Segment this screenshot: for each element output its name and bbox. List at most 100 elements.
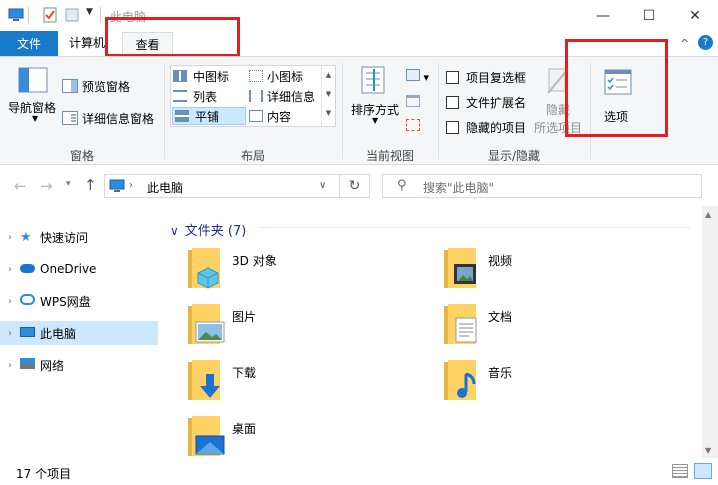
add-columns-button[interactable] xyxy=(406,95,420,110)
documents-folder-icon xyxy=(444,304,477,344)
close-button[interactable]: ✕ xyxy=(672,0,718,31)
collapse-chevron-icon[interactable]: ∨ xyxy=(170,224,179,238)
layout-content[interactable]: 内容 xyxy=(249,107,291,125)
nav-item-quick-access[interactable]: › ★ 快速访问 xyxy=(0,225,158,249)
pictures-folder-icon xyxy=(188,304,225,344)
forward-button[interactable]: → xyxy=(40,177,53,195)
expand-chevron-icon[interactable]: › xyxy=(0,296,20,307)
item-checkboxes-label: 项目复选框 xyxy=(466,71,527,85)
layout-details[interactable]: 详细信息 xyxy=(249,87,315,105)
item-checkboxes-toggle[interactable]: 项目复选框 xyxy=(446,69,526,86)
desktop-folder-icon xyxy=(188,416,225,456)
breadcrumb-chevron-icon[interactable]: › xyxy=(129,180,133,191)
size-columns-icon xyxy=(406,119,420,131)
address-bar[interactable]: › 此电脑 ∨ xyxy=(104,174,340,198)
downloads-folder-icon xyxy=(188,360,220,400)
address-path[interactable]: 此电脑 xyxy=(147,179,183,196)
nav-item-wps-drive[interactable]: › WPS网盘 xyxy=(0,289,158,313)
details-view-icon[interactable] xyxy=(672,464,688,478)
details-pane-icon xyxy=(62,111,78,125)
qa-dropdown-icon[interactable]: ▼ xyxy=(86,7,93,17)
scroll-down-icon[interactable]: ▼ xyxy=(705,446,711,455)
address-dropdown-icon[interactable]: ∨ xyxy=(319,180,326,191)
medium-icons-label: 中图标 xyxy=(193,69,230,84)
folder-tile-3d-objects[interactable]: 3D 对象 xyxy=(184,246,404,296)
new-folder-icon[interactable] xyxy=(64,7,80,23)
nav-item-onedrive[interactable]: › OneDrive xyxy=(0,257,158,281)
section-header[interactable]: ∨ 文件夹 (7) xyxy=(170,220,246,239)
nav-item-this-pc[interactable]: › 此电脑 xyxy=(0,321,158,345)
expand-chevron-icon[interactable]: › xyxy=(0,264,20,275)
minimize-button[interactable]: — xyxy=(580,0,626,31)
expand-chevron-icon[interactable]: › xyxy=(0,328,20,339)
help-icon[interactable]: ? xyxy=(698,35,713,50)
video-folder-icon xyxy=(444,248,476,288)
preview-pane-icon xyxy=(62,79,78,93)
nav-item-network[interactable]: › 网络 xyxy=(0,353,158,377)
content-label: 内容 xyxy=(267,109,292,124)
tab-computer[interactable]: 计算机 xyxy=(63,31,111,56)
search-box[interactable]: ⚲ 搜索"此电脑" xyxy=(382,174,702,198)
group-by-icon xyxy=(406,69,420,81)
hidden-items-toggle[interactable]: 隐藏的项目 xyxy=(446,119,526,136)
layout-small-icons[interactable]: 小图标 xyxy=(249,67,303,85)
file-extensions-toggle[interactable]: 文件扩展名 xyxy=(446,94,526,111)
divider xyxy=(100,7,101,23)
large-icons-view-icon[interactable] xyxy=(694,463,712,479)
folder-tile-documents[interactable]: 文档 xyxy=(440,302,660,352)
chevron-down-icon: ▼ xyxy=(32,114,39,123)
list-label: 列表 xyxy=(193,89,218,104)
small-icons-icon xyxy=(249,70,263,82)
folder-tile-downloads[interactable]: 下载 xyxy=(184,358,404,408)
add-columns-icon xyxy=(406,95,420,107)
highlight-options xyxy=(565,39,668,137)
folder-tile-pictures[interactable]: 图片 xyxy=(184,302,404,352)
scroll-up-icon[interactable]: ▲ xyxy=(705,210,711,219)
sort-by-button[interactable]: 排序方式 ▼ xyxy=(348,63,402,127)
tab-file[interactable]: 文件 xyxy=(0,31,58,56)
computer-icon xyxy=(109,179,125,192)
nav-label: OneDrive xyxy=(40,262,97,276)
expand-chevron-icon[interactable]: › xyxy=(0,360,20,371)
expand-chevron-icon[interactable]: › xyxy=(0,232,20,243)
divider xyxy=(28,7,29,23)
details-pane-button[interactable]: 详细信息窗格 xyxy=(62,109,154,127)
item-checkboxes-checkbox[interactable] xyxy=(446,71,459,84)
back-button[interactable]: ← xyxy=(14,177,27,195)
size-columns-button[interactable] xyxy=(406,119,420,134)
music-folder-icon xyxy=(444,360,476,400)
layout-list[interactable]: 列表 xyxy=(173,87,217,105)
chevron-down-icon: ▼ xyxy=(372,116,379,125)
collapse-ribbon-icon[interactable]: ^ xyxy=(680,37,689,50)
folder-name: 桌面 xyxy=(232,422,257,436)
details-label: 详细信息 xyxy=(267,89,316,104)
folder-tile-music[interactable]: 音乐 xyxy=(440,358,660,408)
recent-locations-button[interactable]: ▾ xyxy=(66,179,71,189)
preview-pane-button[interactable]: 预览窗格 xyxy=(62,77,130,95)
folder-tile-videos[interactable]: 视频 xyxy=(440,246,660,296)
group-label-layout: 布局 xyxy=(240,149,265,163)
layout-tiles[interactable]: 平铺 xyxy=(172,107,246,125)
network-icon xyxy=(20,358,40,372)
up-button[interactable]: ↑ xyxy=(84,176,97,194)
refresh-button[interactable]: ↻ xyxy=(340,174,370,198)
properties-icon[interactable] xyxy=(42,7,58,23)
folder-tile-desktop[interactable]: 桌面 xyxy=(184,414,404,464)
wps-cloud-icon xyxy=(20,294,40,308)
group-label-pane: 窗格 xyxy=(69,149,94,163)
layout-medium-icons[interactable]: 中图标 xyxy=(173,67,229,85)
nav-pane-button[interactable]: 导航窗格 ▼ xyxy=(6,63,60,125)
details-pane-label: 详细信息窗格 xyxy=(82,111,155,126)
group-label-current-view: 当前视图 xyxy=(365,149,414,163)
hidden-items-checkbox[interactable] xyxy=(446,121,459,134)
group-by-button[interactable]: ▾ xyxy=(406,69,429,84)
layout-scroll[interactable]: ▲ ▼ ▼ xyxy=(321,66,335,126)
maximize-button[interactable]: ☐ xyxy=(626,0,672,31)
item-count: 17 个项目 xyxy=(16,467,72,481)
details-icon xyxy=(249,90,263,102)
folder-name: 图片 xyxy=(232,310,257,324)
vertical-scrollbar[interactable]: ▲ ▼ xyxy=(702,206,718,458)
nav-label: 快速访问 xyxy=(40,230,89,245)
file-extensions-checkbox[interactable] xyxy=(446,96,459,109)
tiles-icon xyxy=(175,110,189,122)
